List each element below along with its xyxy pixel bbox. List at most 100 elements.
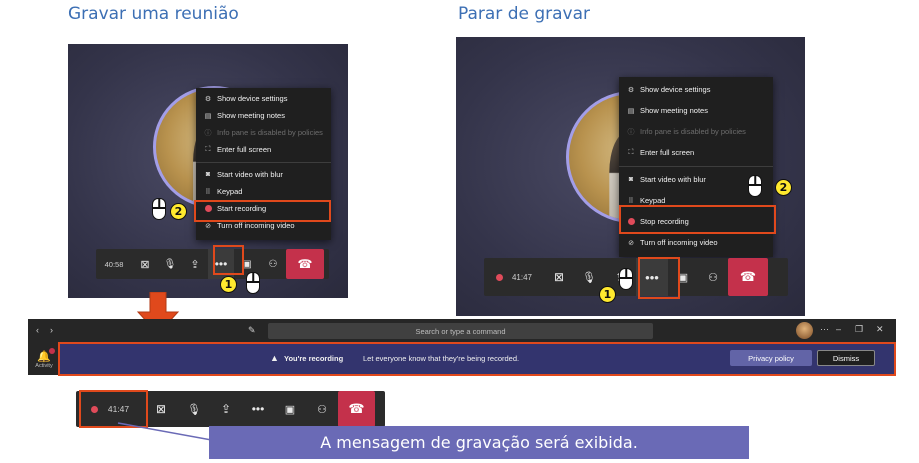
menu-item-label: Turn off incoming video xyxy=(217,221,295,230)
recording-indicator-icon xyxy=(495,273,503,281)
microphone-icon: 🎙 xyxy=(187,403,201,416)
menu-item-label: Info pane is disabled by policies xyxy=(217,128,323,137)
blur-icon: ◙ xyxy=(628,176,634,183)
privacy-policy-button[interactable]: Privacy policy xyxy=(730,350,812,366)
left-meeting-stage: ⚙ Show device settings ▤ Show meeting note… xyxy=(68,44,348,298)
search-input[interactable]: Search or type a command xyxy=(268,323,653,339)
step-number-one: 1 xyxy=(599,286,616,303)
camera-off-button[interactable]: ⊠ xyxy=(132,249,158,279)
menu-item-label: Enter full screen xyxy=(640,148,695,157)
menu-item-label: Keypad xyxy=(217,187,243,196)
menu-item-device-settings[interactable]: ⚙ Show device settings xyxy=(619,80,773,99)
menu-item-label: Show meeting notes xyxy=(640,106,708,115)
menu-item-keypad[interactable]: ⠿ Keypad xyxy=(196,183,331,200)
mouse-icon xyxy=(619,268,633,290)
back-icon[interactable]: ‹ xyxy=(36,325,39,335)
menu-item-label: Start recording xyxy=(217,204,267,213)
step-number-one: 1 xyxy=(220,276,237,293)
teams-title-bar: ‹ › ✎ Search or type a command ··· – ❐ ✕ xyxy=(28,319,896,343)
left-call-controls: 40:58 ⊠ 🎙 ⇪ ••• ▣ ⚇ ☎ xyxy=(96,249,329,279)
hang-up-button[interactable]: ☎ xyxy=(338,391,375,427)
right-call-controls: 41:47 ⊠ 🎙 ⇪ ••• ▣ ⚇ ☎ xyxy=(484,258,788,296)
dismiss-button[interactable]: Dismiss xyxy=(817,350,875,366)
heading-stop-recording: Parar de gravar xyxy=(458,4,591,24)
more-icon: ••• xyxy=(251,402,265,416)
menu-item-info-pane: ⓘ Info pane is disabled by policies xyxy=(196,124,331,141)
microphone-icon: 🎙 xyxy=(582,271,596,284)
more-options-button[interactable]: ••• xyxy=(208,249,234,279)
menu-item-info-pane: ⓘ Info pane is disabled by policies xyxy=(619,122,773,141)
participants-icon: ⚇ xyxy=(708,271,718,284)
keypad-icon: ⠿ xyxy=(205,188,211,196)
more-icon[interactable]: ··· xyxy=(820,324,829,334)
avatar[interactable] xyxy=(796,322,813,339)
fullscreen-icon: ⛶ xyxy=(628,148,634,156)
video-off-icon: ⊘ xyxy=(205,222,211,230)
menu-item-device-settings[interactable]: ⚙ Show device settings xyxy=(196,90,331,107)
bell-icon: 🔔 xyxy=(37,347,55,363)
menu-item-turn-off-incoming-video[interactable]: ⊘ Turn off incoming video xyxy=(619,233,773,252)
fullscreen-icon: ⛶ xyxy=(205,145,211,153)
menu-item-stop-recording[interactable]: Stop recording xyxy=(619,212,773,231)
menu-item-label: Show meeting notes xyxy=(217,111,285,120)
chat-button[interactable]: ▣ xyxy=(668,258,698,296)
info-icon: ⓘ xyxy=(204,129,212,137)
step-number-two: 2 xyxy=(170,203,187,220)
warning-icon: ▲ xyxy=(270,353,279,363)
camera-off-icon: ⊠ xyxy=(155,402,167,416)
right-more-options-menu: ⚙ Show device settings ▤ Show meeting note… xyxy=(619,77,773,257)
gear-icon: ⚙ xyxy=(627,86,635,94)
heading-record-meeting: Gravar uma reunião xyxy=(68,4,239,24)
recording-banner: ▲ You're recording Let everyone know tha… xyxy=(60,343,896,375)
participants-icon: ⚇ xyxy=(317,403,327,416)
forward-icon[interactable]: › xyxy=(50,325,53,335)
participants-button[interactable]: ⚇ xyxy=(260,249,286,279)
timer-label: 41:47 xyxy=(511,272,533,282)
participants-button[interactable]: ⚇ xyxy=(306,391,338,427)
mic-button[interactable]: 🎙 xyxy=(158,249,182,279)
camera-off-button[interactable]: ⊠ xyxy=(544,258,574,296)
sidebar-item-label: Activity xyxy=(35,362,53,369)
menu-item-label: Info pane is disabled by policies xyxy=(640,127,746,136)
video-off-icon: ⊘ xyxy=(628,239,634,247)
restore-icon[interactable]: ❐ xyxy=(855,324,863,335)
menu-item-label: Show device settings xyxy=(217,94,288,103)
menu-item-turn-off-incoming-video[interactable]: ⊘ Turn off incoming video xyxy=(196,217,331,234)
hang-up-button[interactable]: ☎ xyxy=(286,249,324,279)
caption-box: A mensagem de gravação será exibida. xyxy=(209,426,749,459)
record-icon xyxy=(203,205,213,212)
mouse-icon xyxy=(748,175,762,197)
sidebar-item-activity[interactable]: 🔔 Activity xyxy=(28,343,60,375)
more-options-button[interactable]: ••• xyxy=(636,258,668,296)
share-button[interactable]: ⇪ xyxy=(182,249,208,279)
menu-item-full-screen[interactable]: ⛶ Enter full screen xyxy=(619,143,773,162)
timer-label: 41:47 xyxy=(107,404,130,414)
hang-up-icon: ☎ xyxy=(348,401,365,416)
menu-item-full-screen[interactable]: ⛶ Enter full screen xyxy=(196,141,331,158)
call-timer: 40:58 xyxy=(104,259,124,269)
record-icon xyxy=(626,218,636,225)
menu-item-meeting-notes[interactable]: ▤ Show meeting notes xyxy=(196,107,331,124)
call-timer: 41:47 xyxy=(484,258,544,296)
blur-icon: ◙ xyxy=(205,171,211,178)
participants-icon: ⚇ xyxy=(268,258,278,270)
menu-item-start-recording[interactable]: Start recording xyxy=(196,200,331,217)
left-more-options-menu: ⚙ Show device settings ▤ Show meeting note… xyxy=(196,88,331,240)
menu-item-video-blur[interactable]: ◙ Start video with blur xyxy=(196,166,331,183)
minimize-icon[interactable]: – xyxy=(836,324,841,334)
microphone-icon: 🎙 xyxy=(163,258,177,270)
mouse-icon xyxy=(246,272,260,294)
participants-button[interactable]: ⚇ xyxy=(698,258,728,296)
hang-up-button[interactable]: ☎ xyxy=(728,258,768,296)
banner-title: You're recording xyxy=(284,354,344,363)
close-icon[interactable]: ✕ xyxy=(876,324,884,335)
menu-item-label: Start video with blur xyxy=(217,170,283,179)
notes-icon: ▤ xyxy=(627,107,635,115)
menu-item-label: Enter full screen xyxy=(217,145,272,154)
info-icon: ⓘ xyxy=(627,128,635,136)
mouse-icon xyxy=(152,198,166,220)
menu-item-meeting-notes[interactable]: ▤ Show meeting notes xyxy=(619,101,773,120)
compose-icon[interactable]: ✎ xyxy=(248,325,256,336)
hang-up-icon: ☎ xyxy=(739,269,757,284)
notification-badge xyxy=(48,347,55,354)
